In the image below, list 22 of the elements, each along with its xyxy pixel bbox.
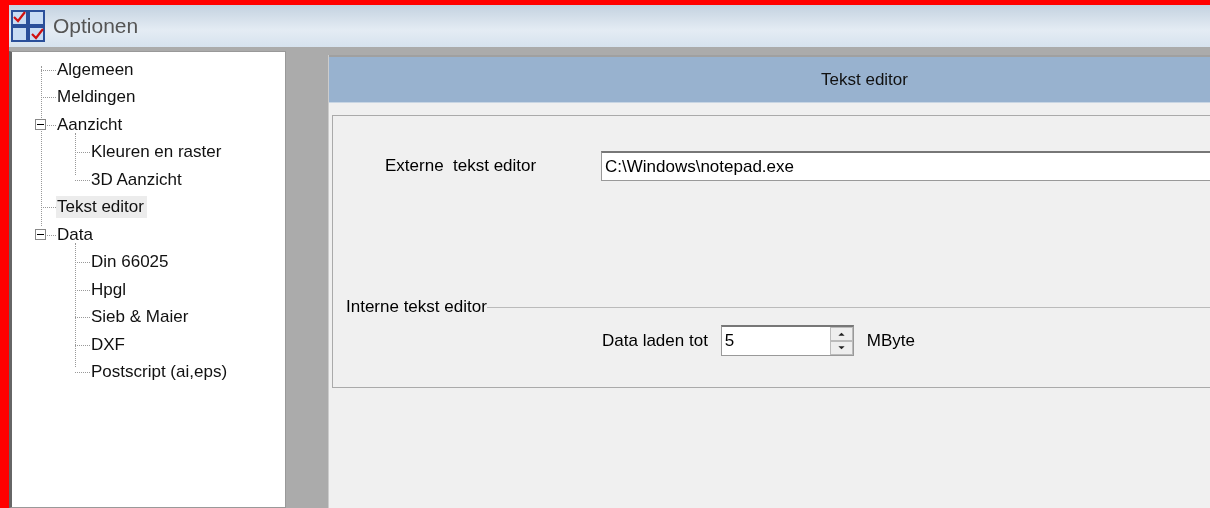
tree-item[interactable]: Din 66025 — [90, 251, 172, 274]
tree-item[interactable]: Algemeen — [56, 58, 137, 81]
field-label: Data laden tot — [602, 330, 708, 351]
tree-item[interactable]: DXF — [90, 333, 128, 356]
window-title: Optionen — [53, 14, 139, 38]
tree-item[interactable]: 3D Aanzicht — [90, 168, 185, 191]
tree-item[interactable]: Meldingen — [56, 86, 139, 109]
field-label: Externe tekst editor — [385, 156, 538, 176]
tree-item[interactable]: Hpgl — [90, 278, 129, 301]
group-title: Interne tekst editor — [345, 297, 487, 317]
tree-item[interactable]: Aanzicht — [56, 113, 126, 136]
unit-label: MByte — [866, 330, 916, 351]
editor-path-field[interactable]: C:\Windows\notepad.exe — [601, 151, 1210, 181]
tree-item[interactable]: Data — [56, 223, 96, 246]
collapse-icon[interactable] — [35, 119, 46, 130]
collapse-icon[interactable] — [35, 229, 46, 240]
tree-item[interactable]: Tekst editor — [56, 196, 147, 219]
panel-title: Tekst editor — [821, 69, 908, 90]
tree-item[interactable]: Sieb & Maier — [90, 306, 192, 329]
tree-item[interactable]: Kleuren en raster — [90, 141, 225, 164]
tree-item[interactable]: Postscript (ai,eps) — [90, 361, 231, 384]
options-icon — [11, 10, 45, 42]
